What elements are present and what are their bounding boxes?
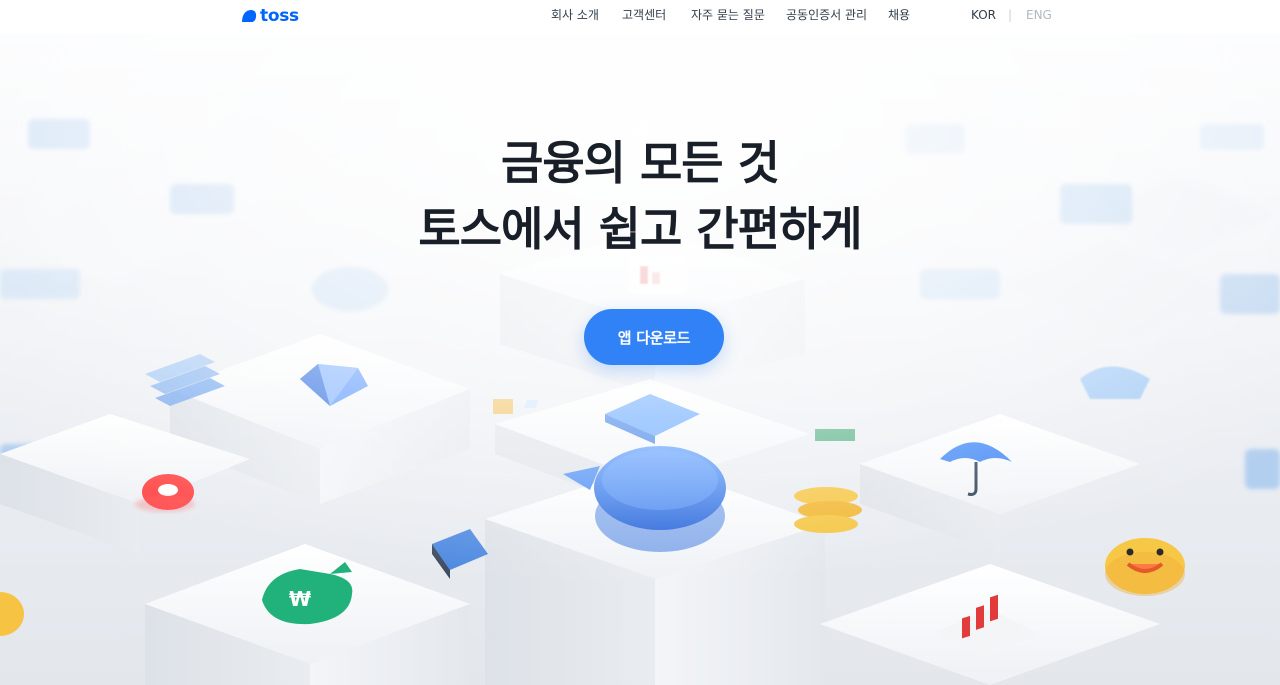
nav-company-intro[interactable]: 회사 소개 [551, 6, 599, 24]
nav-faq[interactable]: 자주 묻는 질문 [691, 6, 765, 24]
nav-careers[interactable]: 채용 [888, 6, 910, 24]
lang-eng[interactable]: ENG [1026, 6, 1052, 24]
hero-title-line-1: 금융의 모든 것 [501, 136, 780, 190]
hero-section: ₩ [0, 34, 1280, 685]
nav-certificate-management[interactable]: 공동인증서 관리 [786, 6, 867, 24]
lang-kor[interactable]: KOR [971, 6, 996, 24]
lang-separator: | [1008, 8, 1013, 22]
main-nav: 회사 소개 고객센터 자주 묻는 질문 공동인증서 관리 채용 [0, 6, 1280, 26]
app-download-button[interactable]: 앱 다운로드 [584, 309, 724, 365]
hero-title-line-2: 토스에서 쉽고 간편하게 [418, 202, 862, 256]
nav-customer-center[interactable]: 고객센터 [622, 6, 666, 24]
site-header: toss 회사 소개 고객센터 자주 묻는 질문 공동인증서 관리 채용 KOR… [0, 0, 1280, 34]
hero-title: 금융의 모든 것 토스에서 쉽고 간편하게 [0, 130, 1280, 262]
